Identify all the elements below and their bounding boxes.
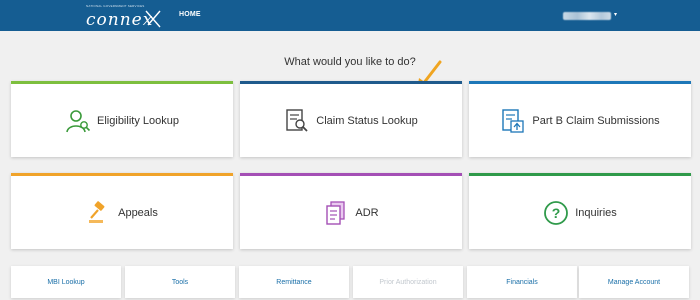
card-label: Eligibility Lookup <box>97 114 179 127</box>
link-tools[interactable]: Tools <box>125 266 235 298</box>
card-label: Inquiries <box>575 206 617 219</box>
card-appeals[interactable]: Appeals <box>11 173 233 249</box>
link-mbi-lookup[interactable]: MBI Lookup <box>11 266 121 298</box>
document-search-icon <box>286 108 308 132</box>
documents-icon <box>326 200 346 225</box>
question-circle-icon: ? <box>544 200 569 225</box>
link-prior-authorization[interactable]: Prior Authorization <box>353 266 463 298</box>
card-label: Appeals <box>118 206 158 219</box>
chevron-down-icon: ▾ <box>614 12 618 18</box>
card-label: Claim Status Lookup <box>316 114 418 127</box>
logo-wordmark-text: connex <box>86 10 153 29</box>
card-part-b-claim-submissions[interactable]: Part B Claim Submissions <box>469 81 691 157</box>
top-navigation-bar: NATIONAL GOVERNMENT SERVICES connex HOME… <box>0 0 700 31</box>
card-claim-status-lookup[interactable]: Claim Status Lookup <box>240 81 462 157</box>
link-manage-account[interactable]: Manage Account <box>579 266 689 298</box>
link-financials[interactable]: Financials <box>467 266 577 298</box>
connex-wordmark: connex <box>86 10 161 29</box>
card-adr[interactable]: ADR <box>240 173 462 249</box>
card-label: Part B Claim Submissions <box>532 114 660 127</box>
connex-logo[interactable]: NATIONAL GOVERNMENT SERVICES connex <box>86 4 166 29</box>
user-name-redacted <box>563 12 611 20</box>
link-remittance[interactable]: Remittance <box>239 266 349 298</box>
user-account-menu[interactable]: ▾ <box>563 10 623 22</box>
nav-home-link[interactable]: HOME <box>179 11 201 18</box>
card-inquiries[interactable]: ? Inquiries <box>469 173 691 249</box>
card-eligibility-lookup[interactable]: Eligibility Lookup <box>11 81 233 157</box>
document-upload-icon <box>502 108 525 133</box>
card-label: ADR <box>355 206 379 219</box>
logo-tagline: NATIONAL GOVERNMENT SERVICES <box>86 4 145 8</box>
person-search-icon <box>66 109 91 132</box>
page-title: What would you like to do? <box>284 56 416 68</box>
gavel-icon <box>89 200 105 223</box>
svg-text:?: ? <box>552 205 561 221</box>
